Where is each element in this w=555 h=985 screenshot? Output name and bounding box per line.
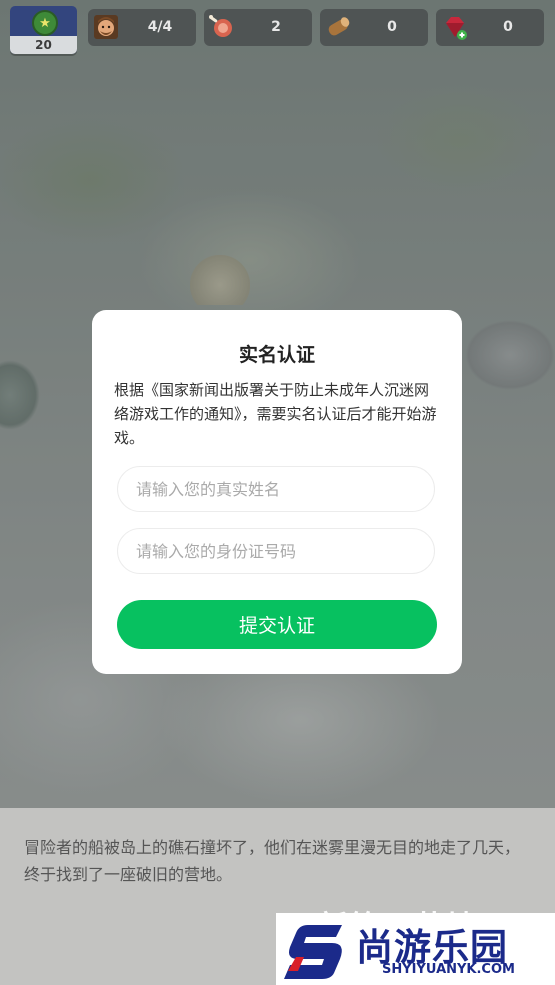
submit-auth-button[interactable]: 提交认证 (117, 600, 437, 649)
wood-log-icon (328, 17, 350, 36)
gem-add-icon (446, 17, 467, 40)
resource-bar: ★ 20 4/4 2 0 0 (0, 0, 555, 60)
s-logo-icon (284, 925, 342, 979)
worker-face-icon (94, 15, 118, 39)
dialog-description: 根据《国家新闻出版署关于防止未成年人沉迷网络游戏工作的通知》，需要实名认证后才能… (114, 381, 437, 447)
meat-icon (209, 15, 232, 37)
dialog-title: 实名认证 (238, 344, 315, 366)
resource-meat[interactable]: 2 (204, 9, 312, 46)
meat-value: 2 (271, 19, 281, 35)
star-icon: ★ (32, 10, 58, 36)
level-badge[interactable]: ★ 20 (10, 6, 77, 54)
name-field[interactable] (117, 466, 435, 512)
real-name-auth-dialog: 实名认证 根据《国家新闻出版署关于防止未成年人沉迷网络游戏工作的通知》，需要实名… (92, 310, 462, 674)
workers-value: 4/4 (147, 19, 173, 35)
wood-value: 0 (387, 19, 397, 35)
resource-wood[interactable]: 0 (320, 9, 428, 46)
resource-gems[interactable]: 0 (436, 9, 544, 46)
id-field[interactable] (117, 528, 435, 574)
level-number: 20 (10, 36, 77, 54)
resource-workers[interactable]: 4/4 (88, 9, 196, 46)
site-watermark: 尚游乐园 SHYIYUANYK.COM (276, 913, 555, 985)
id-number-input[interactable] (118, 529, 434, 573)
real-name-input[interactable] (118, 467, 434, 511)
story-text: 冒险者的船被岛上的礁石撞坏了，他们在迷雾里漫无目的地走了几天，终于找到了一座破旧… (24, 838, 521, 884)
watermark-english: SHYIYUANYK.COM (382, 962, 515, 977)
gems-value: 0 (503, 19, 513, 35)
